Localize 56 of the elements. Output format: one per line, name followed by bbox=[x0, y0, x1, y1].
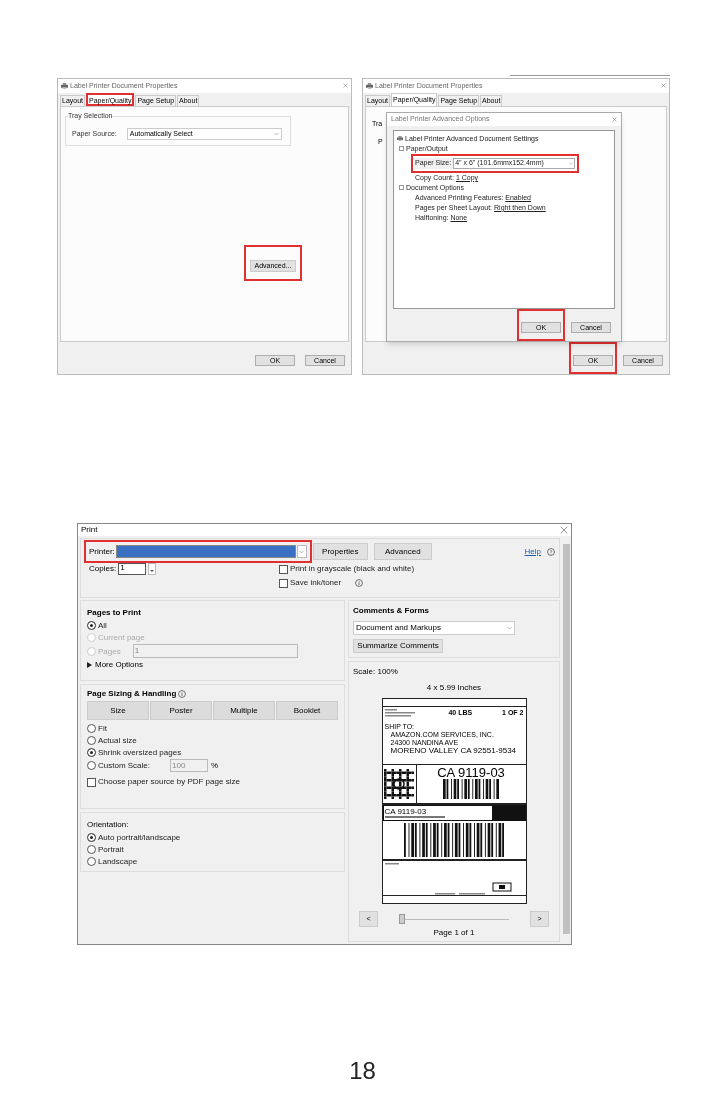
page-slider[interactable] bbox=[399, 914, 509, 924]
percent-sign: % bbox=[211, 759, 219, 772]
sizing-tab[interactable]: Booklet bbox=[276, 701, 338, 720]
close-icon[interactable] bbox=[560, 526, 568, 534]
radio-option[interactable]: Shrink oversized pages bbox=[98, 747, 182, 758]
info-icon[interactable] bbox=[355, 579, 364, 587]
checkbox-option[interactable]: Save ink/toner bbox=[279, 577, 342, 589]
help-link[interactable]: Help bbox=[524, 545, 541, 558]
help-icon[interactable] bbox=[547, 547, 555, 556]
slider-thumb[interactable] bbox=[399, 914, 405, 924]
close-icon[interactable] bbox=[661, 83, 666, 89]
sizing-tab[interactable]: Size bbox=[87, 701, 149, 720]
sizing-tab[interactable]: Multiple bbox=[213, 701, 275, 720]
routing-code: CA 9119-03 bbox=[384, 808, 428, 816]
barcode-icon bbox=[404, 823, 504, 857]
chevron-down-icon bbox=[299, 549, 305, 554]
close-icon[interactable] bbox=[612, 116, 617, 122]
info-icon[interactable] bbox=[178, 690, 187, 698]
copies-field[interactable]: 1 bbox=[118, 563, 147, 575]
expand-icon[interactable] bbox=[87, 662, 92, 668]
radio-option[interactable]: Portrait bbox=[98, 844, 124, 855]
checkbox-option[interactable]: Print in grayscale (black and white) bbox=[279, 563, 415, 575]
window-title: Print bbox=[81, 524, 99, 536]
advanced-button[interactable]: Advanced bbox=[373, 543, 432, 560]
printer-icon bbox=[366, 82, 373, 89]
section-heading: Comments & Forms bbox=[353, 605, 430, 617]
more-options-toggle[interactable]: More Options bbox=[95, 659, 144, 671]
chevron-down-icon bbox=[507, 626, 512, 630]
page-count: Page 1 of 1 bbox=[433, 929, 475, 937]
radio-option[interactable]: Custom Scale: bbox=[98, 760, 151, 771]
field-label: Copies: bbox=[89, 563, 117, 575]
chevron-down-icon bbox=[273, 131, 279, 136]
sizing-tab[interactable]: Poster bbox=[150, 701, 212, 720]
qr-code-icon bbox=[384, 769, 414, 799]
printer-icon bbox=[397, 136, 403, 142]
radio-option[interactable]: Actual size bbox=[98, 735, 137, 746]
radio-option[interactable]: Landscape bbox=[98, 856, 138, 867]
checkbox-option[interactable]: Choose paper source by PDF page size bbox=[87, 776, 338, 788]
size-text: 4 x 5.99 Inches bbox=[426, 682, 482, 694]
barcode-icon bbox=[443, 779, 499, 799]
routing-code: CA 9119-03 bbox=[437, 766, 505, 779]
radio-option[interactable]: Auto portrait/landscape bbox=[98, 832, 181, 843]
comments-select[interactable]: Document and Markups bbox=[353, 621, 515, 635]
radio-option[interactable]: All bbox=[98, 620, 107, 631]
ship-to-city: MORENO VALLEY CA 92551-9534 bbox=[389, 747, 517, 755]
summarize-button[interactable]: Summarize Comments bbox=[353, 639, 443, 653]
printer-icon bbox=[61, 82, 68, 89]
spinner-icon[interactable] bbox=[148, 563, 157, 575]
properties-button[interactable]: Properties bbox=[312, 543, 368, 560]
radio-option[interactable]: Fit bbox=[98, 723, 107, 734]
section-heading: Pages to Print bbox=[87, 607, 142, 619]
scale-text: Scale: 100% bbox=[353, 666, 399, 678]
section-heading: Orientation: bbox=[87, 819, 130, 831]
section-heading: Page Sizing & Handling bbox=[87, 688, 177, 700]
page-number: 18 bbox=[349, 1056, 376, 1086]
close-icon[interactable] bbox=[343, 83, 348, 89]
